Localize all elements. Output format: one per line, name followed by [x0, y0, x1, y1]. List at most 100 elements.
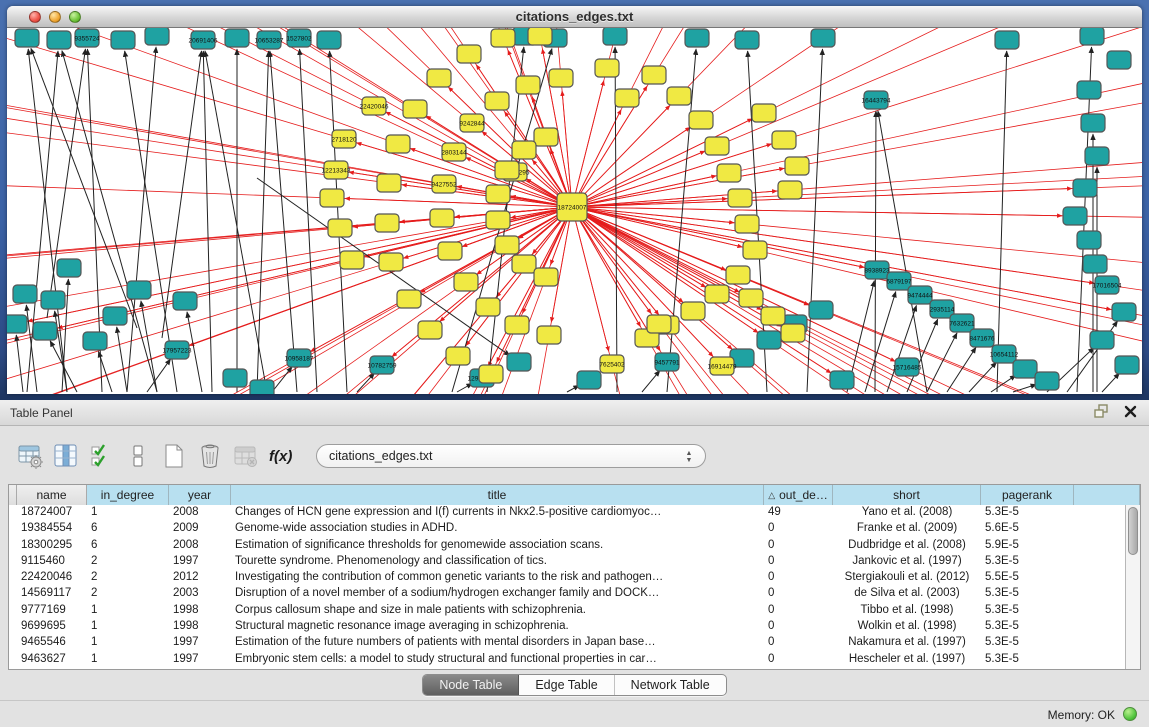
graph-node[interactable]: [430, 209, 454, 227]
graph-node[interactable]: [485, 92, 509, 110]
table-row[interactable]: 1938455462009Genome-wide association stu…: [9, 521, 1125, 537]
graph-node[interactable]: 9474444: [907, 286, 933, 304]
graph-node[interactable]: [534, 128, 558, 146]
graph-node[interactable]: [57, 259, 81, 277]
graph-node[interactable]: [320, 189, 344, 207]
graph-node[interactable]: [223, 369, 247, 387]
graph-node[interactable]: [1115, 356, 1139, 374]
graph-node[interactable]: 16914479: [708, 357, 737, 375]
table-row[interactable]: 969969511998Structural magnetic resonanc…: [9, 619, 1125, 635]
graph-node[interactable]: [735, 31, 759, 49]
graph-node[interactable]: [47, 31, 71, 49]
graph-node[interactable]: [1035, 372, 1059, 390]
graph-node[interactable]: [83, 332, 107, 350]
column-header-year[interactable]: year: [169, 485, 231, 505]
graph-node[interactable]: [457, 45, 481, 63]
graph-node[interactable]: [505, 316, 529, 334]
graph-node[interactable]: [681, 302, 705, 320]
graph-node[interactable]: [705, 137, 729, 155]
graph-node[interactable]: [595, 59, 619, 77]
graph-node[interactable]: [512, 141, 536, 159]
graph-node[interactable]: [735, 215, 759, 233]
table-row[interactable]: 1830029562008Estimation of significance …: [9, 538, 1125, 554]
graph-node[interactable]: [577, 371, 601, 389]
graph-node[interactable]: [537, 326, 561, 344]
graph-node[interactable]: [512, 255, 536, 273]
graph-node[interactable]: [386, 135, 410, 153]
table-selector-dropdown[interactable]: citations_edges.txt ▲▼: [316, 444, 706, 468]
graph-node[interactable]: [534, 268, 558, 286]
graph-node[interactable]: [495, 161, 519, 179]
column-header-out-de-[interactable]: △out_de…: [764, 485, 833, 505]
graph-node[interactable]: [491, 29, 515, 47]
graph-node[interactable]: [476, 298, 500, 316]
graph-node[interactable]: [772, 131, 796, 149]
graph-node[interactable]: [549, 69, 573, 87]
column-header-short[interactable]: short: [833, 485, 981, 505]
graph-node[interactable]: 16443794: [862, 91, 891, 109]
graph-node[interactable]: [328, 219, 352, 237]
table-row[interactable]: 1872400712008Changes of HCN gene express…: [9, 505, 1125, 521]
window-titlebar[interactable]: citations_edges.txt: [7, 6, 1142, 28]
graph-node[interactable]: [785, 157, 809, 175]
graph-node[interactable]: [752, 104, 776, 122]
tab-network-table[interactable]: Network Table: [615, 675, 726, 695]
graph-node[interactable]: [438, 242, 462, 260]
graph-node[interactable]: 20691406: [189, 31, 218, 49]
delete-column-icon[interactable]: [194, 441, 226, 471]
graph-node[interactable]: [603, 28, 627, 45]
graph-node[interactable]: 15716485: [893, 358, 922, 376]
graph-hub-node[interactable]: 18724007: [557, 193, 587, 221]
graph-node[interactable]: [454, 273, 478, 291]
column-header-in-degree[interactable]: in_degree: [87, 485, 169, 505]
show-columns-icon[interactable]: [50, 441, 82, 471]
graph-node[interactable]: [379, 253, 403, 271]
graph-node[interactable]: [507, 353, 531, 371]
tab-node-table[interactable]: Node Table: [423, 675, 519, 695]
graph-node[interactable]: [743, 241, 767, 259]
table-row[interactable]: 2242004622012Investigating the contribut…: [9, 570, 1125, 586]
graph-node[interactable]: [446, 347, 470, 365]
graph-node[interactable]: [516, 76, 540, 94]
network-graph-canvas[interactable]: 9355724206914061065328715278021644379417…: [7, 28, 1142, 394]
graph-node[interactable]: 9355724: [74, 29, 100, 47]
graph-node[interactable]: [340, 251, 364, 269]
graph-node[interactable]: [1107, 51, 1131, 69]
delete-table-icon[interactable]: [230, 441, 262, 471]
graph-node[interactable]: [397, 290, 421, 308]
graph-node[interactable]: [15, 29, 39, 47]
graph-node[interactable]: [778, 181, 802, 199]
table-vertical-scrollbar[interactable]: [1125, 505, 1140, 669]
graph-node[interactable]: [377, 174, 401, 192]
graph-node[interactable]: [495, 236, 519, 254]
column-header-title[interactable]: title: [231, 485, 764, 505]
graph-node[interactable]: [642, 66, 666, 84]
show-selected-rows-icon[interactable]: [122, 441, 154, 471]
graph-node[interactable]: 8938923: [864, 261, 890, 279]
graph-node[interactable]: [647, 315, 671, 333]
table-mode-icon[interactable]: [14, 441, 46, 471]
graph-node[interactable]: [1080, 28, 1104, 45]
graph-node[interactable]: [685, 29, 709, 47]
graph-node[interactable]: [317, 31, 341, 49]
graph-node[interactable]: [250, 380, 274, 394]
graph-node[interactable]: [1013, 360, 1037, 378]
graph-node[interactable]: 10958187: [285, 349, 314, 367]
graph-node[interactable]: 7625402: [599, 355, 625, 373]
graph-node[interactable]: [127, 281, 151, 299]
graph-node[interactable]: 10782759: [368, 356, 397, 374]
graph-node[interactable]: [103, 307, 127, 325]
graph-node[interactable]: [1081, 114, 1105, 132]
graph-node[interactable]: [781, 324, 805, 342]
graph-node[interactable]: [486, 185, 510, 203]
graph-node[interactable]: [757, 331, 781, 349]
graph-node[interactable]: [145, 28, 169, 45]
graph-node[interactable]: 1527802: [286, 29, 312, 47]
graph-node[interactable]: [1090, 331, 1114, 349]
graph-node[interactable]: 17016504: [1093, 276, 1122, 294]
graph-node[interactable]: [705, 285, 729, 303]
graph-node[interactable]: [427, 69, 451, 87]
table-row[interactable]: 1456911722003Disruption of a novel membe…: [9, 586, 1125, 602]
close-icon[interactable]: [1124, 405, 1137, 418]
graph-node[interactable]: [995, 31, 1019, 49]
